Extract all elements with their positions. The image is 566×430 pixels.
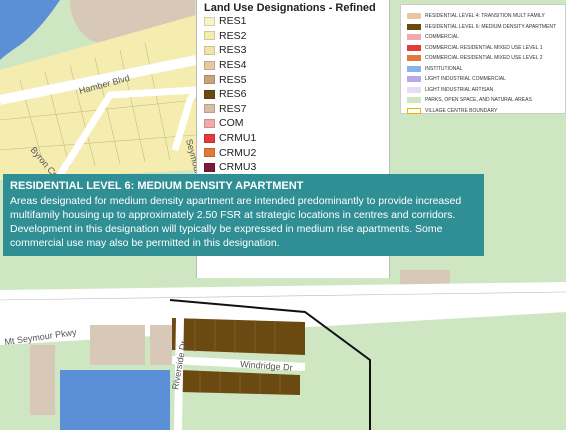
- legend-swatch: [204, 31, 215, 41]
- key-swatch: [407, 55, 421, 62]
- legend-item-res1[interactable]: RES1: [204, 14, 256, 29]
- key-label: Residential Level 6: Medium Density Apar…: [425, 23, 557, 30]
- key-label: Village Centre Boundary: [425, 107, 498, 114]
- water-south: [60, 370, 170, 430]
- park-south: [180, 395, 365, 430]
- key-label: Residential Level 4: Transition Mult Fam…: [425, 13, 545, 20]
- legend-label: CRMU2: [219, 146, 257, 159]
- key-label: Commercial Residential Mixed Use Level 2: [425, 55, 543, 62]
- legend-item-crmu2[interactable]: CRMU2: [204, 145, 256, 160]
- key-swatch: [407, 44, 421, 51]
- parcel-south: [90, 325, 145, 365]
- key-label: Parks, Open Space, and Natural Areas: [425, 97, 532, 104]
- legend-label: RES1: [219, 15, 247, 28]
- key-item: Village Centre Boundary: [407, 106, 565, 117]
- key-item: Residential Level 4: Transition Mult Fam…: [407, 11, 565, 22]
- parcel-south-2: [150, 325, 172, 365]
- key-label: Light Industrial Artisan: [425, 86, 494, 93]
- legend-label: RES6: [219, 88, 247, 101]
- legend-item-res6[interactable]: RES6: [204, 87, 256, 102]
- legend-label: COM: [219, 117, 244, 130]
- legend-item-res4[interactable]: RES4: [204, 58, 256, 73]
- legend-item-res7[interactable]: RES7: [204, 102, 256, 117]
- key-swatch: [407, 23, 421, 30]
- legend-label: CRMU1: [219, 132, 257, 145]
- legend-item-res3[interactable]: RES3: [204, 43, 256, 58]
- key-swatch: [407, 97, 421, 104]
- legend-swatch: [204, 133, 215, 143]
- key-item: Commercial Residential Mixed Use Level 1: [407, 43, 565, 54]
- key-item: Residential Level 6: Medium Density Apar…: [407, 22, 565, 33]
- key-swatch: [407, 76, 421, 83]
- legend-item-com[interactable]: COM: [204, 116, 256, 131]
- legend-label: RES3: [219, 44, 247, 57]
- legend-swatch: [204, 148, 215, 158]
- key-swatch: [407, 107, 421, 114]
- designation-tooltip: RESIDENTIAL LEVEL 6: MEDIUM DENSITY APAR…: [3, 174, 484, 256]
- key-label: Commercial: [425, 34, 459, 41]
- legend-label: RES7: [219, 102, 247, 115]
- legend-label: RES5: [219, 73, 247, 86]
- legend-label: RES2: [219, 29, 247, 42]
- tooltip-body: Areas designated for medium density apar…: [10, 195, 462, 249]
- legend-title: Land Use Designations - Refined: [204, 2, 376, 14]
- key-item: Commercial: [407, 32, 565, 43]
- legend-item-res5[interactable]: RES5: [204, 72, 256, 87]
- key-label: Light Industrial Commercial: [425, 76, 506, 83]
- legend-item-res2[interactable]: RES2: [204, 29, 256, 44]
- key-item: Light Industrial Artisan: [407, 85, 565, 96]
- parcel-south-west: [30, 345, 55, 415]
- key-item: Institutional: [407, 64, 565, 75]
- res6-block-north: [172, 318, 305, 355]
- legend-swatch: [204, 45, 215, 55]
- legend-item-crmu1[interactable]: CRMU1: [204, 131, 256, 146]
- key-item: Parks, Open Space, and Natural Areas: [407, 95, 565, 106]
- legend-swatch: [204, 75, 215, 85]
- key-swatch: [407, 34, 421, 41]
- key-item: Commercial Residential Mixed Use Level 2: [407, 53, 565, 64]
- key-swatch: [407, 13, 421, 20]
- legend-swatch: [204, 104, 215, 114]
- key-list: Residential Level 4: Transition Mult Fam…: [401, 5, 565, 116]
- legend-swatch: [204, 118, 215, 128]
- key-swatch: [407, 86, 421, 93]
- legend-swatch: [204, 162, 215, 172]
- map-key: Residential Level 4: Transition Mult Fam…: [400, 4, 566, 114]
- key-label: Commercial Residential Mixed Use Level 1: [425, 44, 543, 51]
- tooltip-title: RESIDENTIAL LEVEL 6: MEDIUM DENSITY APAR…: [10, 180, 304, 192]
- legend-item-crmu3[interactable]: CRMU3: [204, 160, 256, 175]
- legend-label: RES4: [219, 59, 247, 72]
- legend-swatch: [204, 16, 215, 26]
- key-label: Institutional: [425, 65, 463, 72]
- key-swatch: [407, 65, 421, 72]
- legend-label: CRMU3: [219, 161, 257, 174]
- legend-swatch: [204, 60, 215, 70]
- key-item: Light Industrial Commercial: [407, 74, 565, 85]
- legend-swatch: [204, 89, 215, 99]
